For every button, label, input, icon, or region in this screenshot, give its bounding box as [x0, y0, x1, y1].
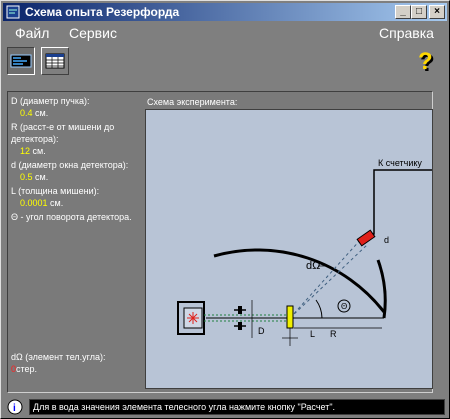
r-dimension-label: R — [330, 329, 337, 339]
svg-text:i: i — [13, 403, 16, 414]
toolbar: ? ? — [3, 45, 447, 79]
maximize-button[interactable]: □ — [411, 5, 427, 19]
window-title: Схема опыта Резерфорда — [25, 5, 180, 19]
title-bar[interactable]: Схема опыта Резерфорда _ □ × — [3, 3, 447, 21]
param-D-label: D (диаметр пучка): — [11, 96, 90, 106]
counter-wire — [368, 169, 432, 235]
param-L-unit: см. — [50, 198, 64, 208]
app-window: Схема опыта Резерфорда _ □ × Файл Сервис… — [0, 0, 450, 419]
detector — [356, 229, 376, 247]
param-L: L (толщина мишени): 0.0001 см. — [11, 185, 141, 209]
param-L-label: L (толщина мишени): — [11, 186, 100, 196]
app-icon — [6, 5, 20, 19]
theta-label: Θ — [341, 302, 347, 311]
detector-arc-upper — [213, 248, 386, 313]
status-text: Для в вода значения элемента телесного у… — [29, 399, 445, 415]
scheme-view-icon — [10, 54, 32, 68]
parameters-panel: D (диаметр пучка): 0.4 см. R (расст-е от… — [11, 95, 141, 387]
detector-line-1 — [289, 237, 363, 319]
scheme-view-button[interactable] — [7, 47, 35, 75]
param-R: R (расст-е от мишени до детектора): 12 с… — [11, 121, 141, 157]
counter-label: К счетчику — [378, 158, 422, 168]
param-D: D (диаметр пучка): 0.4 см. — [11, 95, 141, 119]
theta-arc — [315, 299, 323, 319]
table-view-icon — [45, 53, 65, 69]
param-d: d (диаметр окна детектора): 0.5 см. — [11, 159, 141, 183]
param-theta-label: Θ - угол поворота детектора. — [11, 212, 132, 222]
param-d-label: d (диаметр окна детектора): — [11, 160, 129, 170]
param-d-value-row[interactable]: 0.5 см. — [11, 171, 141, 183]
param-D-value-row[interactable]: 0.4 см. — [11, 107, 141, 119]
target — [286, 305, 294, 329]
solid-angle-unit: стер. — [16, 364, 38, 374]
menu-file[interactable]: Файл — [15, 25, 49, 41]
table-view-button[interactable] — [41, 47, 69, 75]
menu-help[interactable]: Справка — [379, 25, 434, 41]
scheme-diagram: К счетчику d dΩ Θ D L R — [177, 158, 432, 346]
close-button[interactable]: × — [429, 5, 445, 19]
scheme-title: Схема эксперимента: — [147, 97, 238, 107]
param-R-value[interactable]: 12 — [20, 146, 30, 156]
detector-d-label: d — [384, 235, 389, 245]
param-D-unit: см. — [35, 108, 49, 118]
param-R-unit: см. — [32, 146, 46, 156]
param-R-value-row[interactable]: 12 см. — [11, 145, 141, 157]
svg-text:?: ? — [418, 49, 433, 75]
minimize-button[interactable]: _ — [395, 5, 411, 19]
d-dimension-label: D — [258, 326, 265, 336]
experiment-scheme: К счетчику d dΩ Θ D L R — [145, 109, 433, 389]
menu-bar: Файл Сервис Справка — [3, 22, 447, 44]
question-icon[interactable]: ? ? — [417, 49, 439, 75]
param-D-value[interactable]: 0.4 — [20, 108, 33, 118]
solid-angle-label: dΩ (элемент тел.угла): — [11, 352, 106, 362]
param-d-value[interactable]: 0.5 — [20, 172, 33, 182]
param-R-label: R (расст-е от мишени до детектора): — [11, 122, 115, 144]
solid-angle-block: dΩ (элемент тел.угла): 0стер. — [11, 351, 141, 375]
param-d-unit: см. — [35, 172, 49, 182]
status-bar: i Для в вода значения элемента телесного… — [5, 398, 447, 416]
param-theta: Θ - угол поворота детектора. — [11, 211, 141, 223]
info-icon: i — [7, 399, 23, 415]
l-dimension-label: L — [310, 329, 315, 339]
param-L-value-row[interactable]: 0.0001 см. — [11, 197, 141, 209]
param-L-value[interactable]: 0.0001 — [20, 198, 48, 208]
menu-service[interactable]: Сервис — [69, 25, 117, 41]
